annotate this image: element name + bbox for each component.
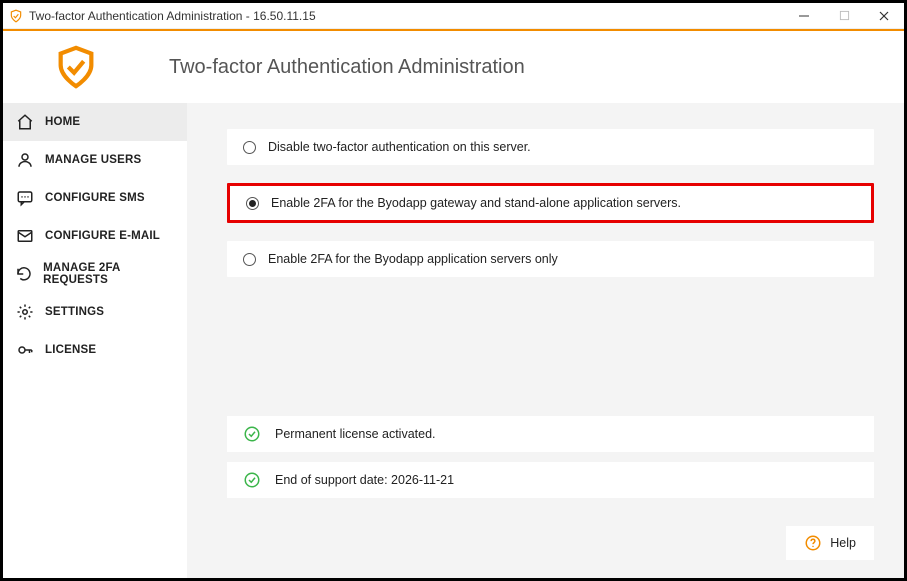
option-enable-gateway-and-standalone[interactable]: Enable 2FA for the Byodapp gateway and s… (227, 183, 874, 223)
check-circle-icon (243, 425, 261, 443)
maximize-button[interactable] (824, 3, 864, 28)
sidebar-item-license[interactable]: LICENSE (3, 331, 187, 369)
sidebar-item-manage-2fa-requests[interactable]: MANAGE 2FA REQUESTS (3, 255, 187, 293)
window-title: Two-factor Authentication Administration… (29, 9, 784, 23)
sidebar-item-settings[interactable]: SETTINGS (3, 293, 187, 331)
status-text: Permanent license activated. (275, 427, 436, 441)
gear-icon (15, 302, 35, 322)
page-title: Two-factor Authentication Administration (169, 56, 525, 79)
status-text: End of support date: 2026-11-21 (275, 473, 454, 487)
radio-checked-icon[interactable] (246, 197, 259, 210)
sidebar-item-manage-users[interactable]: MANAGE USERS (3, 141, 187, 179)
sidebar-item-configure-sms[interactable]: CONFIGURE SMS (3, 179, 187, 217)
option-label: Disable two-factor authentication on thi… (268, 140, 531, 154)
content-area: Disable two-factor authentication on thi… (187, 103, 904, 578)
refresh-icon (15, 264, 33, 284)
option-enable-app-servers-only[interactable]: Enable 2FA for the Byodapp application s… (227, 241, 874, 277)
option-label: Enable 2FA for the Byodapp application s… (268, 252, 558, 266)
shield-logo-icon (53, 44, 99, 90)
user-icon (15, 150, 35, 170)
titlebar: Two-factor Authentication Administration… (3, 3, 904, 29)
window-controls (784, 3, 904, 28)
mail-icon (15, 226, 35, 246)
page-header: Two-factor Authentication Administration (3, 31, 904, 103)
sidebar-item-label: HOME (45, 116, 80, 128)
help-label: Help (830, 536, 856, 550)
check-circle-icon (243, 471, 261, 489)
status-support-date: End of support date: 2026-11-21 (227, 462, 874, 498)
sidebar-item-label: SETTINGS (45, 306, 104, 318)
key-icon (15, 340, 35, 360)
app-shield-icon (9, 9, 23, 23)
sidebar-item-label: CONFIGURE SMS (45, 192, 145, 204)
sidebar-item-label: MANAGE USERS (45, 154, 141, 166)
minimize-button[interactable] (784, 3, 824, 28)
sidebar-item-home[interactable]: HOME (3, 103, 187, 141)
sms-icon (15, 188, 35, 208)
sidebar-item-label: MANAGE 2FA REQUESTS (43, 262, 175, 286)
sidebar-item-label: CONFIGURE E-MAIL (45, 230, 160, 242)
close-button[interactable] (864, 3, 904, 28)
help-icon (804, 534, 822, 552)
sidebar-item-configure-email[interactable]: CONFIGURE E-MAIL (3, 217, 187, 255)
radio-unchecked-icon[interactable] (243, 141, 256, 154)
status-license: Permanent license activated. (227, 416, 874, 452)
sidebar-item-label: LICENSE (45, 344, 96, 356)
option-disable-2fa[interactable]: Disable two-factor authentication on thi… (227, 129, 874, 165)
help-button[interactable]: Help (786, 526, 874, 560)
option-label: Enable 2FA for the Byodapp gateway and s… (271, 196, 681, 210)
sidebar: HOME MANAGE USERS CONFIGURE SMS CONFIGUR… (3, 103, 187, 578)
home-icon (15, 112, 35, 132)
radio-unchecked-icon[interactable] (243, 253, 256, 266)
